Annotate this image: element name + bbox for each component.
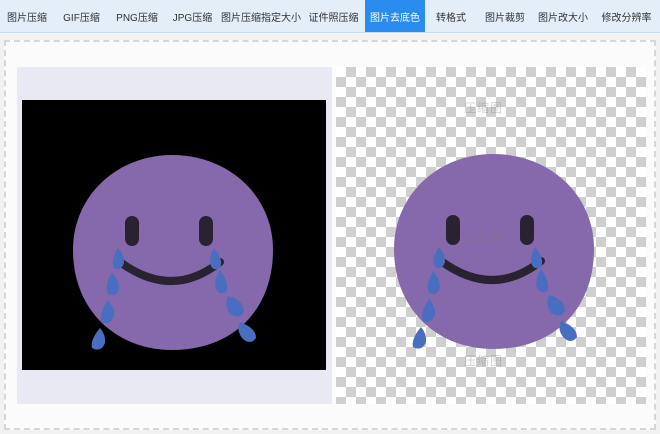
- crying-emoji-icon: [68, 150, 276, 354]
- crying-emoji-result-icon: [389, 149, 597, 353]
- tab-image-compress[interactable]: 图片压缩: [0, 0, 54, 32]
- tab-compress-to-size[interactable]: 图片压缩指定大小: [220, 0, 302, 32]
- watermark-text: 压缩图: [464, 101, 504, 115]
- tab-image-crop[interactable]: 图片裁剪: [477, 0, 533, 32]
- tab-remove-background[interactable]: 图片去底色: [365, 0, 425, 32]
- tab-jpg-compress[interactable]: JPG压缩: [165, 0, 220, 32]
- tool-tab-bar: 图片压缩 GIF压缩 PNG压缩 JPG压缩 图片压缩指定大小 证件照压缩 图片…: [0, 0, 660, 33]
- tab-change-resolution[interactable]: 修改分辨率: [593, 0, 660, 32]
- original-image: [22, 100, 326, 370]
- watermark-text: 压缩图: [464, 229, 504, 243]
- watermark-text: 压缩图: [464, 354, 504, 368]
- result-image-panel: 压缩图 压缩图 压缩图: [336, 67, 646, 404]
- tab-id-photo-compress[interactable]: 证件照压缩: [302, 0, 365, 32]
- tab-convert-format[interactable]: 转格式: [425, 0, 477, 32]
- tab-image-resize[interactable]: 图片改大小: [533, 0, 593, 32]
- tab-gif-compress[interactable]: GIF压缩: [54, 0, 109, 32]
- tab-png-compress[interactable]: PNG压缩: [109, 0, 165, 32]
- work-area: 压缩图 压缩图 压缩图: [4, 40, 656, 430]
- original-image-panel: [17, 67, 332, 404]
